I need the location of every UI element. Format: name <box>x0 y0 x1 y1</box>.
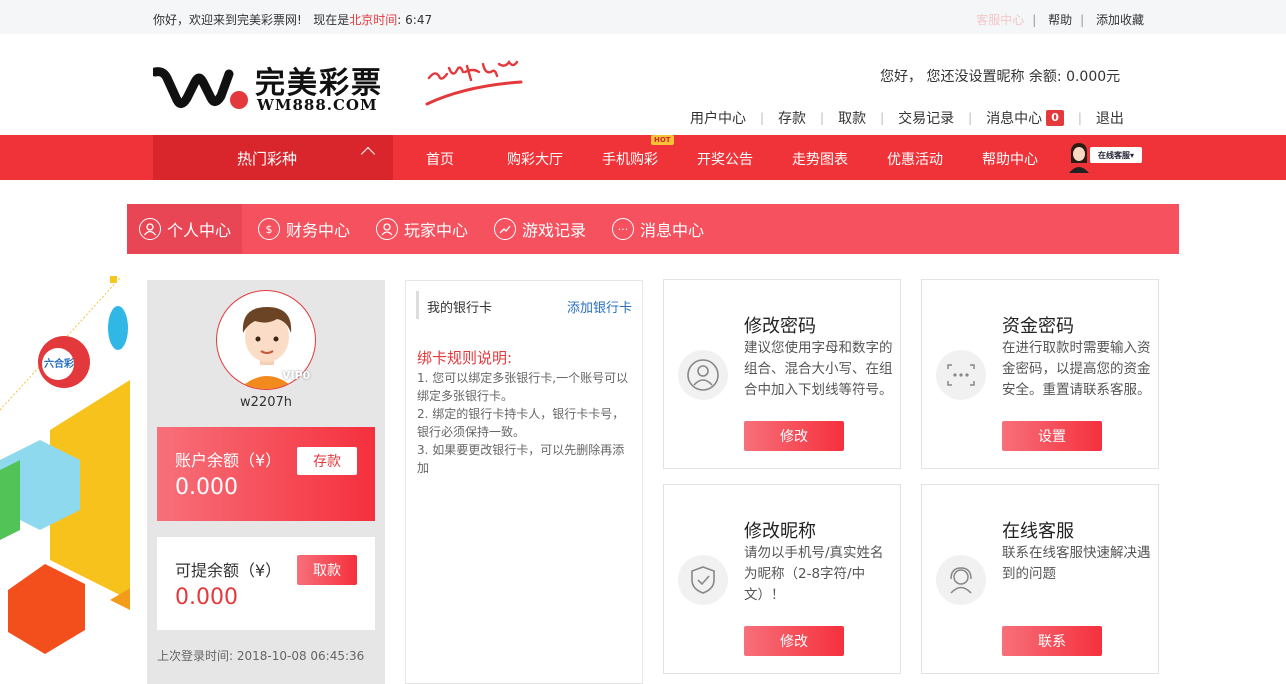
user-links: 用户中心 | 存款 | 取款 | 交易记录 | 消息中心 0 | 退出 <box>690 108 1124 128</box>
headset-icon <box>936 555 986 605</box>
last-login-time: 上次登录时间: 2018-10-08 06:45:36 <box>157 649 365 663</box>
nav-home[interactable]: 首页 <box>426 149 454 169</box>
nav-lottery-hall[interactable]: 购彩大厅 <box>507 149 563 169</box>
online-service-card: 在线客服 联系在线客服快速解决遇到的问题 联系 <box>921 484 1159 674</box>
bank-card-panel: 我的银行卡 添加银行卡 绑卡规则说明: 1. 您可以绑定多张银行卡,一个账号可以… <box>405 280 643 684</box>
online-service-label: 在线客服 ▾ <box>1090 147 1142 163</box>
welcome-text: 你好，欢迎来到完美彩票网! <box>153 13 302 27</box>
rules-list: 1. 您可以绑定多张银行卡,一个账号可以绑定多张银行卡。 2. 绑定的银行卡持卡… <box>417 369 632 477</box>
top-link-help[interactable]: 帮助 <box>1048 13 1072 27</box>
shield-check-icon <box>678 555 728 605</box>
rules-title: 绑卡规则说明: <box>417 349 513 367</box>
card-description: 建议您使用字母和数字的组合、混合大小写、在组合中加入下划线等符号。 <box>744 340 893 398</box>
nav-results[interactable]: 开奖公告 <box>697 149 753 169</box>
welcome-bar: 你好，欢迎来到完美彩票网! 现在是北京时间: 6:47 <box>153 11 432 28</box>
rule-item: 2. 绑定的银行卡持卡人，银行卡卡号，银行必须保持一致。 <box>417 407 625 439</box>
nav-trends[interactable]: 走势图表 <box>792 149 848 169</box>
hot-lottery-dropdown[interactable]: 热门彩种 <box>153 135 393 180</box>
user-circle-icon <box>678 350 728 400</box>
withdrawable-value: 0.000 <box>175 585 238 610</box>
vip-level-badge: VIP0 <box>282 369 311 382</box>
balance-label: 账户余额（¥） <box>175 451 282 470</box>
header: 完美彩票 WM888.COM 您好， 您还没设置昵称 余额: 0.000元 用户… <box>0 34 1286 135</box>
tab-label: 消息中心 <box>640 221 705 240</box>
top-links: 客服中心 | 帮助 | 添加收藏 <box>976 13 1144 27</box>
chart-icon <box>494 218 516 240</box>
add-bank-card-link[interactable]: 添加银行卡 <box>567 297 632 316</box>
time-colon: : <box>397 13 402 27</box>
balance-panel: 账户余额（¥） 0.000 存款 <box>157 427 375 521</box>
hot-badge: HOT <box>651 135 674 145</box>
rule-item: 3. 如果要更改银行卡，可以先删除再添加 <box>417 443 625 475</box>
withdrawable-label: 可提余额（¥） <box>175 561 282 580</box>
nav-mobile[interactable]: 手机购彩 <box>602 149 658 169</box>
bank-card-title: 我的银行卡 <box>427 301 493 316</box>
tab-finance-center[interactable]: $ 财务中心 <box>258 204 350 254</box>
user-icon <box>139 218 161 240</box>
tab-message-center[interactable]: ··· 消息中心 <box>612 204 704 254</box>
money-icon: $ <box>258 218 280 240</box>
logo-english: WM888.COM <box>257 96 378 114</box>
contact-service-button[interactable]: 联系 <box>1002 626 1102 656</box>
message-count-badge: 0 <box>1046 110 1064 126</box>
password-dots-icon <box>936 350 986 400</box>
withdrawable-panel: 可提余额（¥） 0.000 取款 <box>157 537 375 630</box>
change-password-button[interactable]: 修改 <box>744 421 844 451</box>
account-subnav: 个人中心 $ 财务中心 玩家中心 游戏记录 ··· 消息中心 <box>127 204 1179 254</box>
main-nav: 热门彩种 首页 购彩大厅 手机购彩 HOT 开奖公告 走势图表 优惠活动 帮助中… <box>0 135 1286 180</box>
set-fund-password-button[interactable]: 设置 <box>1002 421 1102 451</box>
link-messages[interactable]: 消息中心 <box>986 108 1042 128</box>
tab-label: 财务中心 <box>286 221 351 240</box>
link-logout[interactable]: 退出 <box>1096 108 1124 128</box>
logo-w-icon <box>153 67 248 109</box>
link-transactions[interactable]: 交易记录 <box>898 108 954 128</box>
change-nickname-button[interactable]: 修改 <box>744 626 844 656</box>
hot-lottery-label: 热门彩种 <box>237 150 298 168</box>
tab-player-center[interactable]: 玩家中心 <box>376 204 468 254</box>
lottery-badge-text: 六合彩 <box>44 357 74 370</box>
card-title: 修改昵称 <box>744 521 816 542</box>
top-link-bookmark[interactable]: 添加收藏 <box>1096 13 1144 27</box>
top-bar: 你好，欢迎来到完美彩票网! 现在是北京时间: 6:47 客服中心 | 帮助 | 添加… <box>0 0 1286 34</box>
player-icon <box>376 218 398 240</box>
message-icon: ··· <box>612 218 634 240</box>
fund-password-card: 资金密码 在进行取款时需要输入资金密码，以提高您的资金安全。重置请联系客服。 设… <box>921 279 1159 469</box>
current-time: 6:47 <box>405 13 433 27</box>
link-user-center[interactable]: 用户中心 <box>690 108 746 128</box>
nav-help[interactable]: 帮助中心 <box>982 149 1038 169</box>
decorative-graphic: 六合彩 <box>0 276 130 654</box>
time-zone: 北京时间 <box>349 13 398 27</box>
chevron-up-icon <box>360 146 376 162</box>
rule-item: 1. 您可以绑定多张银行卡,一个账号可以绑定多张银行卡。 <box>417 371 629 403</box>
card-description: 在进行取款时需要输入资金密码，以提高您的资金安全。重置请联系客服。 <box>1002 340 1151 398</box>
balance-value: 0.000 <box>175 475 238 500</box>
tab-game-records[interactable]: 游戏记录 <box>494 204 586 254</box>
card-title: 在线客服 <box>1002 521 1074 542</box>
username: w2207h <box>240 395 292 410</box>
profile-card: VIP0 w2207h 账户余额（¥） 0.000 存款 可提余额（¥） 0.0… <box>147 280 385 684</box>
change-password-card: 修改密码 建议您使用字母和数字的组合、混合大小写、在组合中加入下划线等符号。 修… <box>663 279 901 469</box>
top-link-service[interactable]: 客服中心 <box>976 13 1024 27</box>
online-service-widget[interactable]: 在线客服 ▾ <box>1068 139 1143 175</box>
time-prefix: 现在是 <box>313 13 350 27</box>
user-greeting: 您好， 您还没设置昵称 余额: 0.000元 <box>880 69 1121 85</box>
card-title: 资金密码 <box>1002 316 1074 337</box>
tab-label: 玩家中心 <box>404 221 469 240</box>
slogan-calligraphy-icon <box>425 59 523 106</box>
link-deposit[interactable]: 存款 <box>778 108 806 128</box>
tab-label: 个人中心 <box>167 221 232 240</box>
tab-label: 游戏记录 <box>522 221 587 240</box>
change-nickname-card: 修改昵称 请勿以手机号/真实姓名为昵称（2-8字符/中文）！ 修改 <box>663 484 901 674</box>
site-logo[interactable]: 完美彩票 WM888.COM <box>153 58 393 118</box>
link-withdraw[interactable]: 取款 <box>838 108 866 128</box>
bank-card-header: 我的银行卡 添加银行卡 <box>416 291 632 319</box>
nav-promotions[interactable]: 优惠活动 <box>887 149 943 169</box>
withdraw-button[interactable]: 取款 <box>297 555 357 585</box>
service-agent-avatar-icon <box>1069 143 1089 173</box>
card-title: 修改密码 <box>744 316 816 337</box>
tab-personal-center[interactable]: 个人中心 <box>127 204 242 254</box>
card-description: 联系在线客服快速解决遇到的问题 <box>1002 545 1151 582</box>
deposit-button[interactable]: 存款 <box>297 447 357 475</box>
card-description: 请勿以手机号/真实姓名为昵称（2-8字符/中文）！ <box>744 545 884 603</box>
